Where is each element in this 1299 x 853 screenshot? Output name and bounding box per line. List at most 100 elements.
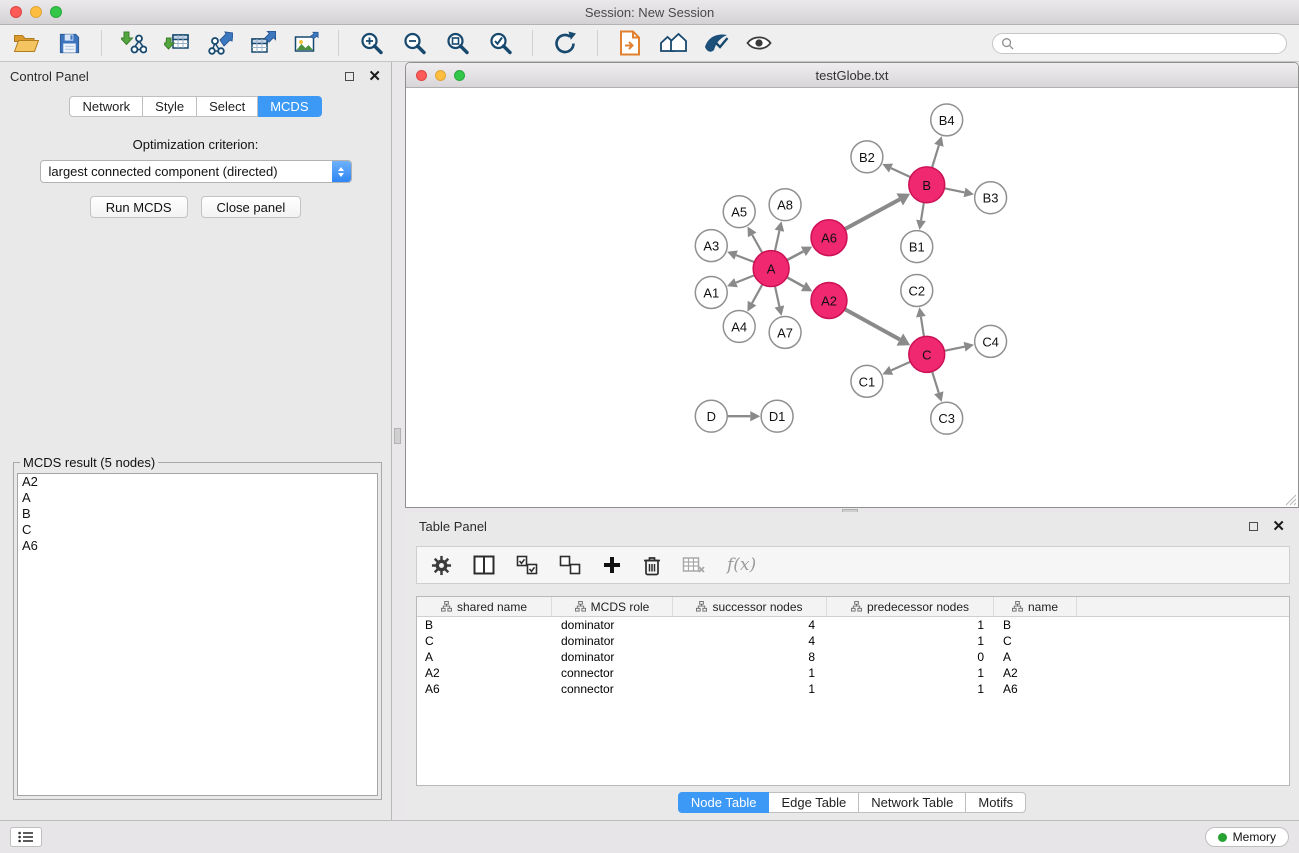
graph-edge-B-B3[interactable] [944, 188, 964, 192]
graph-node-A4[interactable]: A4 [723, 310, 755, 342]
add-row-button[interactable] [602, 555, 622, 575]
export-table-button[interactable] [249, 29, 277, 57]
graph-node-D[interactable]: D [695, 400, 727, 432]
float-panel-icon[interactable] [345, 72, 354, 81]
column-header-mcds-role[interactable]: MCDS role [552, 597, 673, 616]
mcds-result-item[interactable]: A2 [18, 474, 377, 490]
table-settings-button[interactable] [431, 555, 452, 576]
mcds-result-item[interactable]: A6 [18, 538, 377, 554]
graph-edge-A6-B[interactable] [845, 199, 900, 229]
graph-edge-B-B2[interactable] [891, 168, 911, 177]
insert-column-button[interactable] [473, 555, 495, 575]
graph-edge-A-A3[interactable] [736, 255, 754, 262]
table-row[interactable]: Adominator80A [417, 649, 1289, 665]
graph-edge-A-A7[interactable] [775, 286, 779, 306]
graph-node-C[interactable]: C [909, 336, 945, 372]
graph-node-C1[interactable]: C1 [851, 365, 883, 397]
graph-node-B3[interactable]: B3 [975, 182, 1007, 214]
search-box[interactable] [992, 33, 1287, 54]
graph-node-A8[interactable]: A8 [769, 189, 801, 221]
graph-node-C3[interactable]: C3 [931, 402, 963, 434]
graph-node-A5[interactable]: A5 [723, 196, 755, 228]
table-row[interactable]: A6connector11A6 [417, 681, 1289, 697]
close-panel-icon[interactable]: ✕ [368, 69, 381, 84]
graph-edge-C-C3[interactable] [932, 372, 939, 393]
mcds-result-item[interactable]: A [18, 490, 377, 506]
tab-network[interactable]: Network [69, 96, 143, 117]
table-row[interactable]: A2connector11A2 [417, 665, 1289, 681]
home-button[interactable] [659, 29, 687, 57]
apply-layout-button[interactable] [551, 29, 579, 57]
tab-node-table[interactable]: Node Table [678, 792, 770, 813]
network-window-titlebar[interactable]: testGlobe.txt [406, 63, 1298, 88]
apply-style-button[interactable] [702, 29, 730, 57]
graph-edge-A-A8[interactable] [775, 231, 779, 251]
import-network-button[interactable] [120, 29, 148, 57]
graph-edge-C-C2[interactable] [921, 317, 924, 337]
graph-edge-A2-C[interactable] [845, 309, 900, 339]
column-header-name[interactable]: name [994, 597, 1077, 616]
delete-table-button[interactable] [682, 555, 706, 575]
vertical-splitter-handle[interactable] [394, 428, 401, 444]
graph-edge-B-B1[interactable] [921, 202, 924, 220]
tab-motifs[interactable]: Motifs [966, 792, 1026, 813]
graph-node-C4[interactable]: C4 [975, 325, 1007, 357]
tab-style[interactable]: Style [143, 96, 197, 117]
graph-node-B4[interactable]: B4 [931, 104, 963, 136]
graph-edge-A-A5[interactable] [752, 235, 762, 253]
tab-network-table[interactable]: Network Table [859, 792, 966, 813]
export-network-button[interactable] [206, 29, 234, 57]
graph-node-B2[interactable]: B2 [851, 141, 883, 173]
zoom-in-button[interactable] [357, 29, 385, 57]
mcds-result-item[interactable]: C [18, 522, 377, 538]
network-canvas[interactable]: B4 B2 B B3 B1 A5 A8 A6 A3 A A1 A2 C2 A4 A7 C4 C C1 C3 D D1 [406, 88, 1298, 507]
save-session-button[interactable] [55, 29, 83, 57]
table-row[interactable]: Cdominator41C [417, 633, 1289, 649]
graph-node-A2[interactable]: A2 [811, 283, 847, 319]
status-list-button[interactable] [10, 827, 42, 847]
graph-edge-C-C4[interactable] [944, 347, 964, 351]
unselect-all-button[interactable] [559, 555, 581, 575]
graph-node-A[interactable]: A [753, 251, 789, 287]
zoom-fit-button[interactable] [443, 29, 471, 57]
graph-node-A1[interactable]: A1 [695, 277, 727, 309]
graph-node-C2[interactable]: C2 [901, 275, 933, 307]
delete-rows-button[interactable] [643, 555, 661, 576]
open-session-button[interactable] [12, 29, 40, 57]
mcds-result-item[interactable]: B [18, 506, 377, 522]
zoom-selected-button[interactable] [486, 29, 514, 57]
graphics-details-button[interactable] [745, 29, 773, 57]
graph-edge-C-C1[interactable] [891, 362, 910, 371]
graph-node-B1[interactable]: B1 [901, 231, 933, 263]
tab-edge-table[interactable]: Edge Table [769, 792, 859, 813]
graph-edge-A-A1[interactable] [736, 275, 755, 282]
resize-handle-icon[interactable] [1285, 494, 1297, 506]
export-image-button[interactable] [292, 29, 320, 57]
tab-mcds[interactable]: MCDS [258, 96, 321, 117]
column-header-shared-name[interactable]: shared name [417, 597, 552, 616]
graph-node-A3[interactable]: A3 [695, 230, 727, 262]
criterion-dropdown[interactable]: largest connected component (directed) [40, 160, 352, 183]
graph-edge-A-A4[interactable] [752, 284, 762, 303]
close-table-panel-icon[interactable]: ✕ [1272, 519, 1285, 534]
column-header-successor-nodes[interactable]: successor nodes [673, 597, 827, 616]
select-all-button[interactable] [516, 555, 538, 575]
zoom-out-button[interactable] [400, 29, 428, 57]
graph-edge-A-A6[interactable] [787, 251, 803, 260]
float-table-panel-icon[interactable] [1249, 522, 1258, 531]
graph-node-A6[interactable]: A6 [811, 220, 847, 256]
memory-button[interactable]: Memory [1205, 827, 1289, 847]
table-row[interactable]: Bdominator41B [417, 617, 1289, 633]
function-builder-button[interactable]: f(x) [727, 555, 756, 575]
search-input[interactable] [1019, 36, 1278, 50]
graph-node-B[interactable]: B [909, 167, 945, 203]
column-header-predecessor-nodes[interactable]: predecessor nodes [827, 597, 994, 616]
close-panel-button[interactable]: Close panel [201, 196, 302, 218]
graph-node-D1[interactable]: D1 [761, 400, 793, 432]
import-table-button[interactable] [163, 29, 191, 57]
tab-select[interactable]: Select [197, 96, 258, 117]
run-mcds-button[interactable]: Run MCDS [90, 196, 188, 218]
snapshot-document-button[interactable] [616, 29, 644, 57]
graph-edge-B-B4[interactable] [932, 145, 939, 167]
graph-node-A7[interactable]: A7 [769, 316, 801, 348]
